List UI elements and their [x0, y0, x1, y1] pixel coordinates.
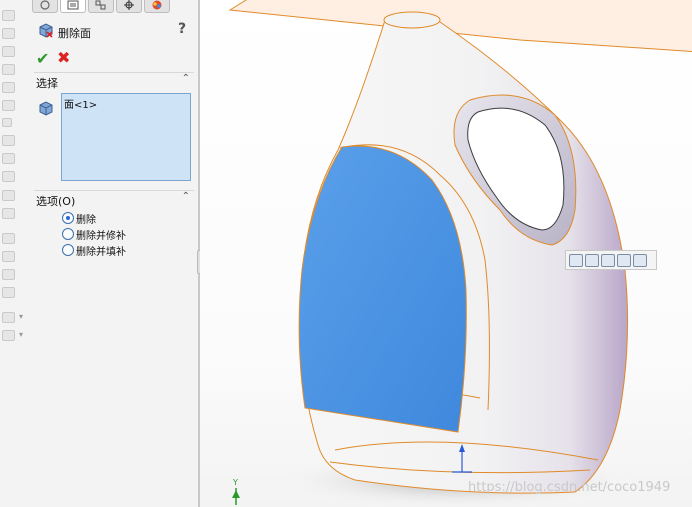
radio-button[interactable]	[62, 212, 74, 224]
tab-configuration[interactable]	[88, 0, 114, 13]
tool-icon[interactable]	[2, 64, 15, 75]
tool-icon[interactable]	[2, 287, 15, 298]
tool-icon[interactable]	[2, 100, 15, 111]
property-manager-icon	[67, 0, 79, 10]
help-button[interactable]: ?	[178, 21, 186, 37]
options-section-label: 选项(O)	[36, 195, 76, 208]
option-label: 删除并填补	[76, 247, 126, 258]
ok-button[interactable]: ✔	[36, 49, 49, 68]
tool-icon[interactable]	[2, 251, 15, 262]
feature-tree-icon	[40, 0, 50, 10]
tool-icon[interactable]	[2, 330, 15, 341]
tab-feature-tree[interactable]	[32, 0, 58, 13]
tool-icon[interactable]	[2, 312, 15, 323]
radio-button[interactable]	[62, 244, 74, 256]
tab-property-manager[interactable]	[60, 0, 86, 13]
dimxpert-icon	[124, 0, 134, 10]
tool-icon[interactable]	[2, 153, 15, 164]
zoom-to-selection-icon[interactable]	[569, 254, 583, 267]
right-view-icon[interactable]	[617, 254, 631, 267]
view-orientation-triad	[232, 488, 240, 505]
tool-icon[interactable]	[2, 46, 15, 57]
configuration-icon	[95, 0, 106, 10]
tool-icon[interactable]	[2, 82, 15, 93]
tab-dimxpert[interactable]	[116, 0, 142, 13]
tool-icon[interactable]	[2, 233, 15, 244]
bottle-neck[interactable]	[383, 11, 441, 29]
property-manager-panel: 删除面 ? ✔ ✖ 选择 ⌃ 面<1> 选项(O) ⌃ 删除 删除并修补 删除并…	[30, 0, 198, 507]
collapse-icon[interactable]: ⌃	[182, 191, 190, 202]
tool-icon[interactable]	[2, 171, 15, 182]
tool-icon[interactable]	[2, 28, 15, 39]
selection-section-label: 选择	[36, 77, 58, 90]
options-section-header[interactable]: 选项(O) ⌃	[34, 190, 194, 208]
list-item[interactable]: 面<1>	[64, 96, 97, 111]
faces-to-delete-list[interactable]: 面<1>	[61, 93, 191, 181]
watermark: https://blog.csdn.net/coco1949	[468, 480, 671, 495]
radio-button[interactable]	[62, 228, 74, 240]
tool-icon[interactable]	[2, 269, 15, 280]
tool-icon[interactable]	[2, 190, 15, 201]
normal-to-icon[interactable]	[585, 254, 599, 267]
command-strip: ▾ ▾	[0, 0, 30, 507]
view-mini-toolbar	[565, 250, 657, 270]
option-label: 删除并修补	[76, 231, 126, 242]
tool-icon[interactable]	[2, 135, 15, 146]
axis-label: Y	[233, 478, 238, 487]
cancel-button[interactable]: ✖	[57, 48, 70, 67]
dropdown-arrow-icon[interactable]: ▾	[19, 330, 23, 339]
selection-section-header[interactable]: 选择 ⌃	[34, 72, 194, 90]
collapse-icon[interactable]: ⌃	[182, 73, 190, 84]
tool-icon[interactable]	[2, 118, 12, 127]
isometric-view-icon[interactable]	[633, 254, 647, 267]
tab-display-manager[interactable]	[144, 0, 170, 13]
delete-face-icon	[39, 23, 53, 38]
tool-icon[interactable]	[2, 10, 15, 21]
panel-title: 删除面	[58, 27, 91, 40]
dropdown-arrow-icon[interactable]: ▾	[19, 312, 23, 321]
tool-icon[interactable]	[2, 208, 15, 219]
face-selection-icon	[39, 101, 53, 116]
option-label: 删除	[76, 215, 96, 226]
display-manager-icon	[152, 0, 162, 10]
front-view-icon[interactable]	[601, 254, 615, 267]
manager-tabs	[30, 0, 198, 13]
